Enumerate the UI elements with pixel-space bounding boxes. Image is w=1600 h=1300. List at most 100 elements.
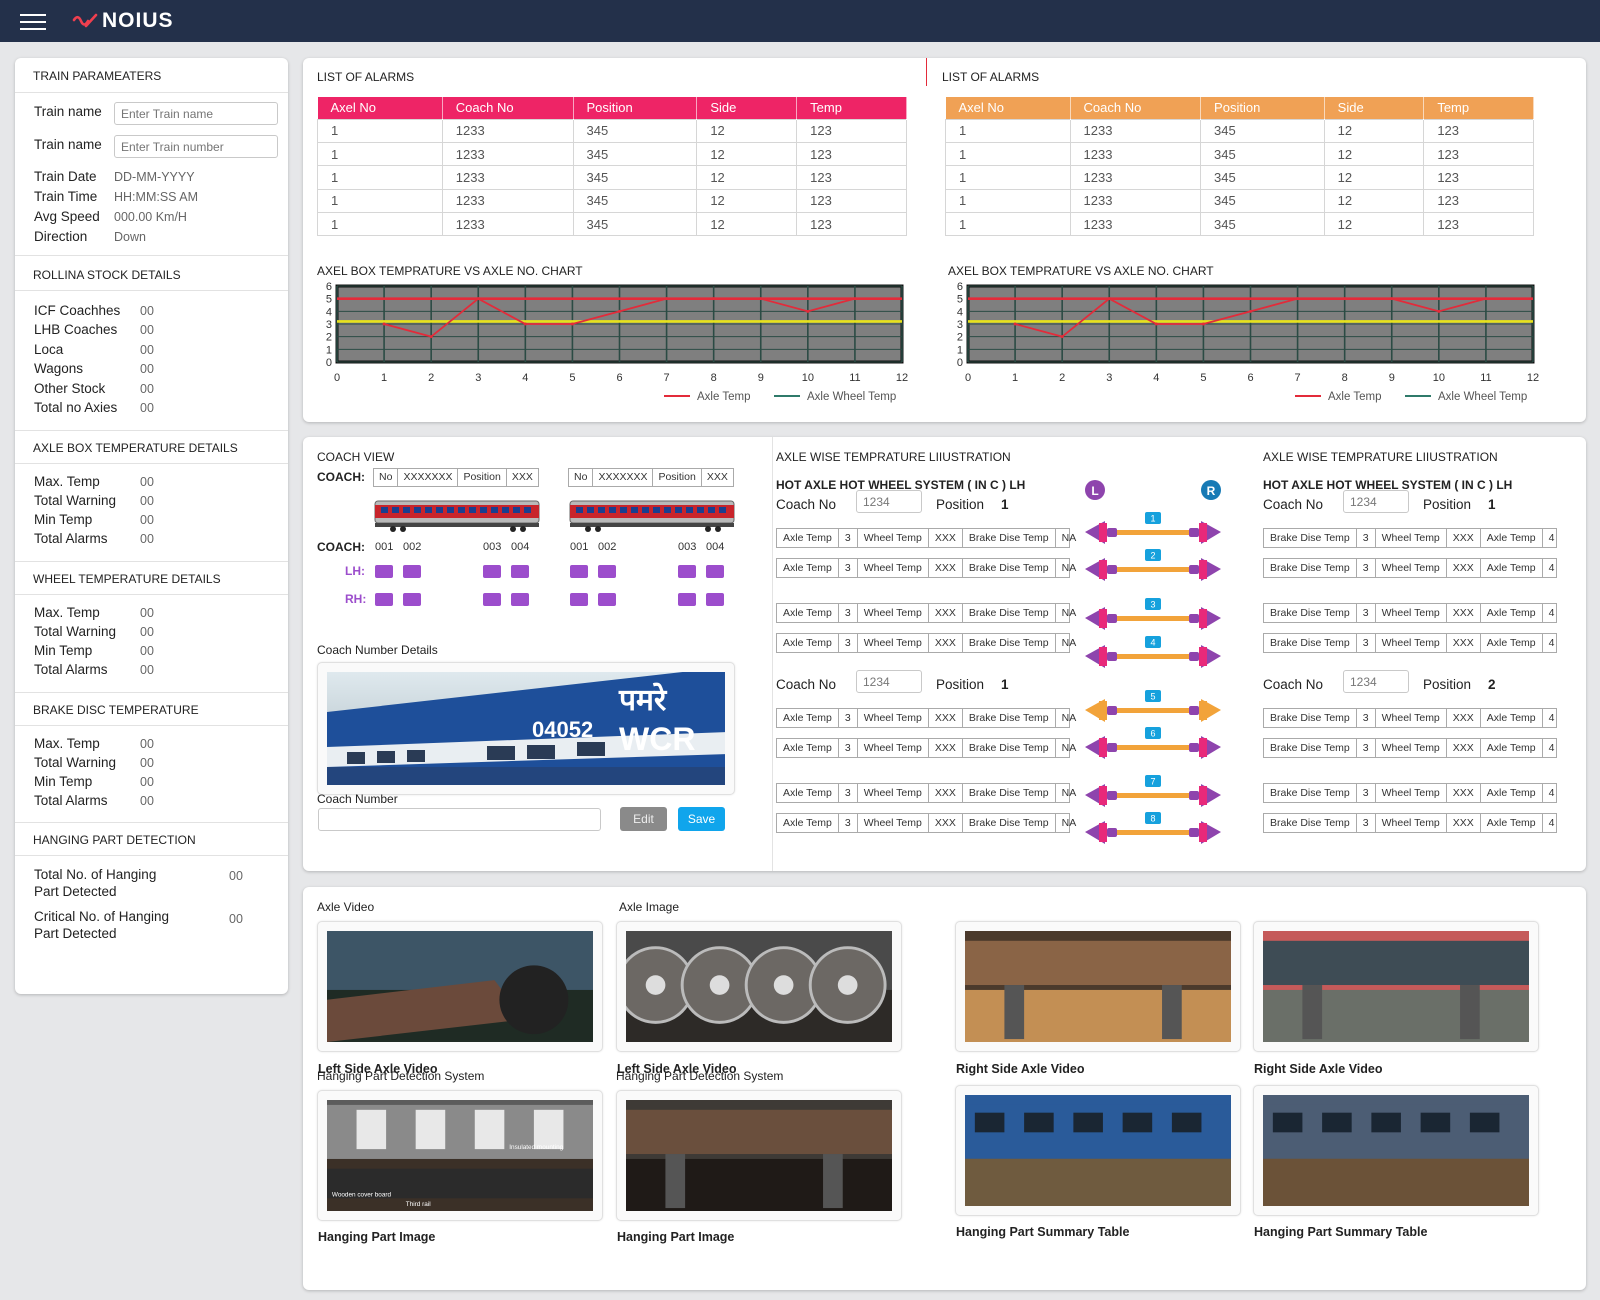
axle-icon[interactable]: 4 bbox=[1085, 636, 1221, 668]
coach-header-cell: XXXXXXX bbox=[398, 469, 459, 486]
axle-temp-row[interactable]: Brake Dise Temp 3 Wheel Temp XXX Axle Temp 4 bbox=[1263, 603, 1557, 623]
rh-indicator[interactable] bbox=[598, 593, 616, 606]
axle-icon[interactable]: 1 bbox=[1085, 512, 1221, 544]
axle-temp-row[interactable]: Brake Dise Temp 3 Wheel Temp XXX Axle Temp 4 bbox=[1263, 558, 1557, 578]
table-row[interactable]: 1 1233 345 12 123 bbox=[945, 188, 1534, 214]
rh-indicator[interactable] bbox=[375, 593, 393, 606]
train-number-input[interactable] bbox=[114, 135, 278, 158]
lh-indicator[interactable] bbox=[483, 565, 501, 578]
x-tick-label: 5 bbox=[1200, 372, 1206, 384]
rh-indicator[interactable] bbox=[570, 593, 588, 606]
column-header[interactable]: Axel No bbox=[945, 97, 1071, 119]
train-coach-icon[interactable] bbox=[373, 497, 541, 533]
train-name-input[interactable] bbox=[114, 102, 278, 125]
axle-icon[interactable]: 2 bbox=[1085, 549, 1221, 581]
axle-media-frame[interactable] bbox=[955, 921, 1241, 1052]
column-header[interactable]: Coach No bbox=[442, 97, 574, 119]
axle-icon[interactable]: 5 bbox=[1085, 690, 1221, 722]
train-coach-icon[interactable] bbox=[568, 497, 736, 533]
axle-temp-row[interactable]: Axle Temp 3 Wheel Temp XXX Brake Dise Temp NA bbox=[776, 528, 1076, 548]
column-header[interactable]: Position bbox=[1200, 97, 1325, 119]
coach-no-label: Coach No bbox=[1263, 677, 1324, 692]
column-header[interactable]: Coach No bbox=[1070, 97, 1202, 119]
table-row[interactable]: 1 1233 345 12 123 bbox=[317, 141, 907, 167]
axle-temp-row[interactable]: Brake Dise Temp 3 Wheel Temp XXX Axle Temp 4 bbox=[1263, 633, 1557, 653]
stat-value: 00 bbox=[140, 381, 154, 396]
axle-temp-row[interactable]: Axle Temp 3 Wheel Temp XXX Brake Dise Temp NA bbox=[776, 738, 1076, 758]
brand-logo[interactable]: NOIUS bbox=[72, 8, 174, 34]
coach-view-title: COACH VIEW bbox=[317, 450, 395, 464]
lh-indicator[interactable] bbox=[511, 565, 529, 578]
axle-media-frame[interactable] bbox=[1253, 921, 1539, 1052]
axle-media-frame[interactable] bbox=[616, 921, 902, 1052]
axle-temp-row[interactable]: Axle Temp 3 Wheel Temp XXX Brake Dise Temp NA bbox=[776, 558, 1076, 578]
table-row[interactable]: 1 1233 345 12 123 bbox=[945, 165, 1534, 190]
x-tick-label: 11 bbox=[849, 372, 860, 384]
lh-indicator[interactable] bbox=[706, 565, 724, 578]
photo-annotation: Insulated mounting bbox=[509, 1144, 563, 1151]
coach-no-input[interactable] bbox=[1343, 490, 1409, 513]
lh-indicator[interactable] bbox=[598, 565, 616, 578]
axle-temp-row[interactable]: Axle Temp 3 Wheel Temp XXX Brake Dise Temp NA bbox=[776, 603, 1076, 623]
axle-temp-row[interactable]: Brake Dise Temp 3 Wheel Temp XXX Axle Temp 4 bbox=[1263, 528, 1557, 548]
axle-temp-row[interactable]: Axle Temp 3 Wheel Temp XXX Brake Dise Temp NA bbox=[776, 783, 1076, 803]
axle-icon[interactable]: 8 bbox=[1085, 812, 1221, 844]
rh-indicator[interactable] bbox=[403, 593, 421, 606]
axle-media-frame[interactable] bbox=[317, 921, 603, 1052]
axle-icon[interactable]: 6 bbox=[1085, 727, 1221, 759]
rh-indicator[interactable] bbox=[678, 593, 696, 606]
axle-temp-row[interactable]: Axle Temp 3 Wheel Temp XXX Brake Dise Temp NA bbox=[776, 633, 1076, 653]
lh-indicator[interactable] bbox=[570, 565, 588, 578]
avg-speed-value: 000.00 Km/H bbox=[114, 210, 187, 224]
table-row[interactable]: 1 1233 345 12 123 bbox=[317, 212, 907, 237]
column-header[interactable]: Axel No bbox=[317, 97, 443, 119]
axle-temp-row[interactable]: Axle Temp 3 Wheel Temp XXX Brake Dise Temp NA bbox=[776, 708, 1076, 728]
axle-temp-row[interactable]: Axle Temp 3 Wheel Temp XXX Brake Dise Temp NA bbox=[776, 813, 1076, 833]
lh-indicator[interactable] bbox=[678, 565, 696, 578]
axle-temp-cell: Wheel Temp bbox=[1376, 559, 1447, 577]
lh-indicator[interactable] bbox=[403, 565, 421, 578]
column-header[interactable]: Position bbox=[573, 97, 698, 119]
hanging-media-frame[interactable]: Insulated mounting Wooden cover board Thir… bbox=[317, 1090, 603, 1221]
axle-icon[interactable]: 7 bbox=[1085, 775, 1221, 807]
axle-icon[interactable]: 3 bbox=[1085, 598, 1221, 630]
hanging-title: HANGING PART DETECTION bbox=[33, 833, 196, 847]
table-row[interactable]: 1 1233 345 12 123 bbox=[945, 212, 1534, 237]
column-header[interactable]: Side bbox=[696, 97, 798, 119]
hanging-media-frame[interactable] bbox=[1253, 1085, 1539, 1216]
edit-button[interactable]: Edit bbox=[620, 807, 667, 831]
table-row[interactable]: 1 1233 345 12 123 bbox=[945, 141, 1534, 167]
rh-indicator[interactable] bbox=[706, 593, 724, 606]
avg-speed-label: Avg Speed bbox=[34, 209, 100, 224]
coach-number-input[interactable] bbox=[318, 808, 601, 831]
coach-no-input[interactable] bbox=[856, 670, 922, 693]
hanging-media-frame[interactable] bbox=[616, 1090, 902, 1221]
table-row[interactable]: 1 1233 345 12 123 bbox=[317, 165, 907, 190]
rh-indicator[interactable] bbox=[483, 593, 501, 606]
axle-wise-right-title: AXLE WISE TEMPRATURE LIIUSTRATION bbox=[1263, 450, 1498, 464]
table-row[interactable]: 1 1233 345 12 123 bbox=[945, 118, 1534, 143]
lh-indicator[interactable] bbox=[375, 565, 393, 578]
y-tick-label: 4 bbox=[957, 306, 963, 318]
axle-temp-row[interactable]: Brake Dise Temp 3 Wheel Temp XXX Axle Temp 4 bbox=[1263, 813, 1557, 833]
hamburger-menu-icon[interactable] bbox=[20, 14, 46, 30]
axle-temp-row[interactable]: Brake Dise Temp 3 Wheel Temp XXX Axle Temp 4 bbox=[1263, 708, 1557, 728]
table-row[interactable]: 1 1233 345 12 123 bbox=[317, 188, 907, 214]
column-header[interactable]: Side bbox=[1324, 97, 1425, 119]
table-row[interactable]: 1 1233 345 12 123 bbox=[317, 118, 907, 143]
column-header[interactable]: Temp bbox=[796, 97, 907, 119]
axle-temp-row[interactable]: Brake Dise Temp 3 Wheel Temp XXX Axle Temp 4 bbox=[1263, 738, 1557, 758]
coach-no-input[interactable] bbox=[1343, 670, 1409, 693]
direction-value: Down bbox=[114, 230, 146, 244]
coach-position-number: 003 bbox=[483, 541, 502, 553]
save-button[interactable]: Save bbox=[678, 807, 725, 831]
stat-value: 00 bbox=[140, 513, 154, 527]
axle-temp-row[interactable]: Brake Dise Temp 3 Wheel Temp XXX Axle Temp 4 bbox=[1263, 783, 1557, 803]
column-header[interactable]: Temp bbox=[1423, 97, 1534, 119]
axle-temp-cell: Brake Dise Temp bbox=[1264, 634, 1357, 652]
x-tick-label: 3 bbox=[1106, 372, 1112, 384]
data-point bbox=[806, 309, 810, 313]
coach-no-input[interactable] bbox=[856, 490, 922, 513]
rh-indicator[interactable] bbox=[511, 593, 529, 606]
hanging-media-frame[interactable] bbox=[955, 1085, 1241, 1216]
